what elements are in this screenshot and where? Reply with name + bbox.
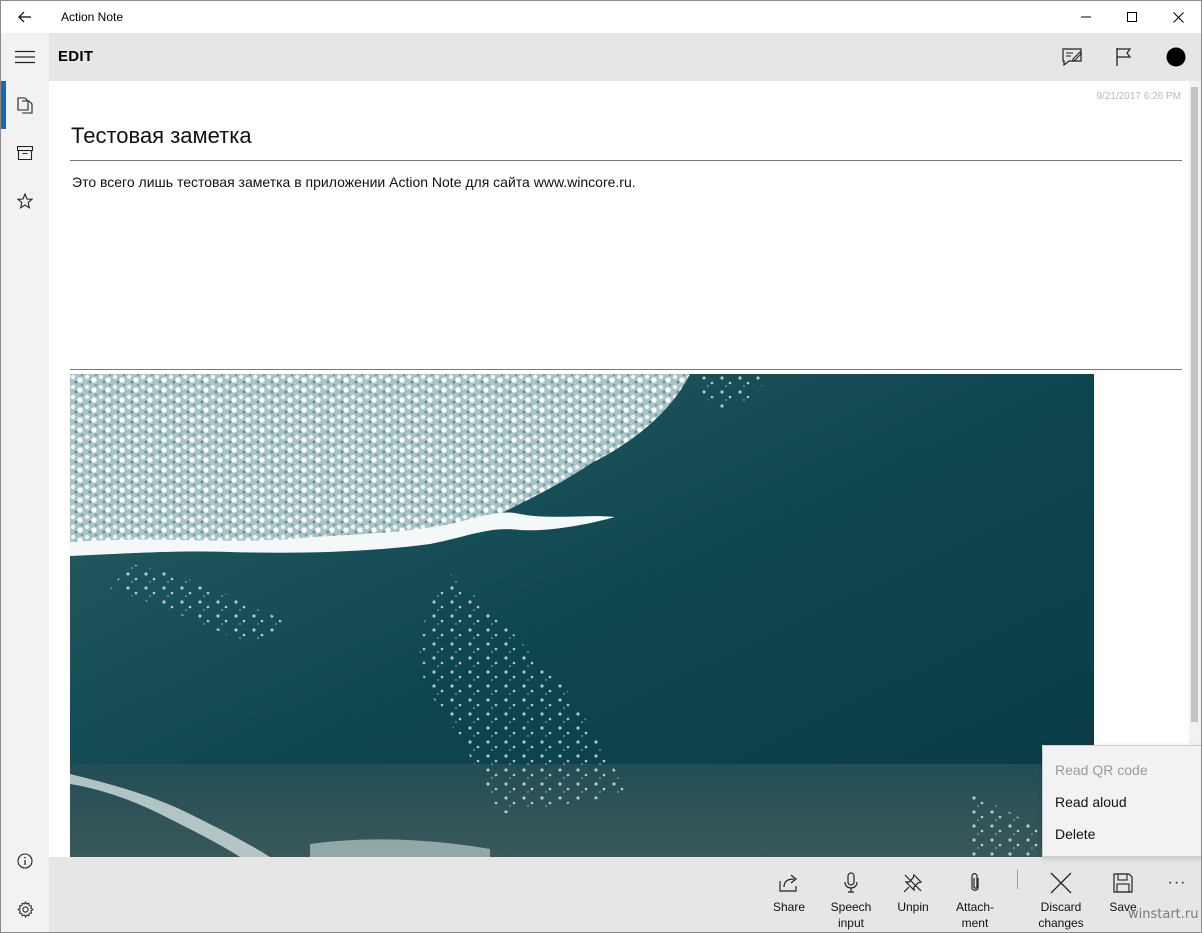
- maximize-icon: [1127, 12, 1137, 22]
- note-body-field[interactable]: Это всего лишь тестовая заметка в прилож…: [72, 174, 636, 190]
- ocean-waves-image: [70, 374, 1094, 857]
- note-title-field[interactable]: Тестовая заметка: [71, 123, 252, 149]
- note-timestamp: 9/21/2017 6:26 PM: [1096, 91, 1181, 102]
- close-x-icon: [1050, 872, 1072, 894]
- minimize-button[interactable]: [1063, 1, 1109, 33]
- left-nav: [1, 33, 49, 932]
- info-icon: [17, 853, 33, 869]
- nav-item-notes[interactable]: [1, 81, 49, 129]
- attachment-button[interactable]: Attach-ment: [945, 857, 1005, 932]
- title-divider: [70, 160, 1182, 161]
- discard-label-line2: changes: [1038, 916, 1084, 930]
- microphone-icon: [844, 872, 858, 893]
- note-editor: 9/21/2017 6:26 PM Тестовая заметка Это в…: [49, 81, 1189, 857]
- gear-icon: [16, 900, 34, 918]
- speech-label-line2: input: [837, 916, 864, 930]
- close-button[interactable]: [1155, 1, 1201, 33]
- reminder-button[interactable]: [1046, 33, 1098, 81]
- back-arrow-icon: [18, 11, 31, 23]
- speech-label-line1: Speech: [830, 900, 872, 914]
- note-reminder-icon: [1062, 48, 1083, 67]
- share-icon: [779, 874, 797, 892]
- attachment-label: Attach-ment: [956, 899, 994, 931]
- share-label: Share: [772, 900, 806, 914]
- nav-item-about[interactable]: [1, 837, 49, 885]
- share-button[interactable]: Share: [759, 857, 819, 932]
- page-header: EDIT: [49, 33, 1201, 81]
- nav-item-settings[interactable]: [1, 885, 49, 932]
- unpin-icon: [903, 873, 923, 893]
- flag-button[interactable]: [1098, 33, 1150, 81]
- more-options-button[interactable]: ···: [1159, 869, 1195, 897]
- scrollbar-thumb[interactable]: [1191, 87, 1198, 722]
- maximize-button[interactable]: [1109, 1, 1155, 33]
- body-divider: [70, 369, 1182, 370]
- discard-changes-button[interactable]: Discard changes: [1031, 857, 1091, 932]
- hamburger-icon: [15, 50, 35, 64]
- command-separator: [1017, 869, 1018, 889]
- watermark: winstart.ru: [1128, 907, 1199, 922]
- menu-item-read-aloud[interactable]: Read aloud: [1055, 794, 1127, 810]
- attach-label-line2: ment: [961, 916, 989, 930]
- attach-label-line1: Attach-: [955, 900, 994, 914]
- speech-input-button[interactable]: Speech input: [821, 857, 881, 932]
- nav-item-archive[interactable]: [1, 129, 49, 177]
- discard-label: Discard changes: [1038, 899, 1083, 931]
- floppy-disk-icon: [1113, 873, 1133, 893]
- close-icon: [1172, 11, 1184, 23]
- archive-icon: [17, 146, 33, 160]
- attached-image[interactable]: [70, 374, 1094, 857]
- discard-label-line1: Discard: [1040, 900, 1082, 914]
- window-controls: [1063, 1, 1201, 33]
- speech-input-label: Speech input: [831, 899, 872, 931]
- page-title: EDIT: [58, 48, 94, 65]
- hamburger-button[interactable]: [1, 33, 49, 81]
- flag-icon: [1116, 48, 1132, 66]
- unpin-button[interactable]: Unpin: [883, 857, 943, 932]
- back-button[interactable]: [1, 1, 49, 33]
- nav-item-favorites[interactable]: [1, 177, 49, 225]
- overflow-menu: Read QR code Read aloud Delete: [1042, 745, 1201, 857]
- star-icon: [17, 193, 33, 209]
- unpin-label: Unpin: [897, 900, 929, 914]
- title-bar: Action Note: [1, 1, 1201, 33]
- menu-item-read-qr-code[interactable]: Read QR code: [1055, 762, 1148, 778]
- command-bar: Share Speech input Unpin Attach- ment Di…: [49, 857, 1201, 932]
- window-title: Action Note: [61, 10, 124, 24]
- copy-pages-icon: [17, 96, 33, 114]
- color-button[interactable]: [1150, 33, 1201, 81]
- app-window: Action Note EDIT 9/21/2017 6:26 PM Тесто…: [0, 0, 1202, 933]
- paperclip-icon: [971, 873, 979, 891]
- minimize-icon: [1081, 16, 1091, 18]
- menu-item-delete[interactable]: Delete: [1055, 826, 1095, 842]
- color-dot-icon: [1166, 47, 1186, 67]
